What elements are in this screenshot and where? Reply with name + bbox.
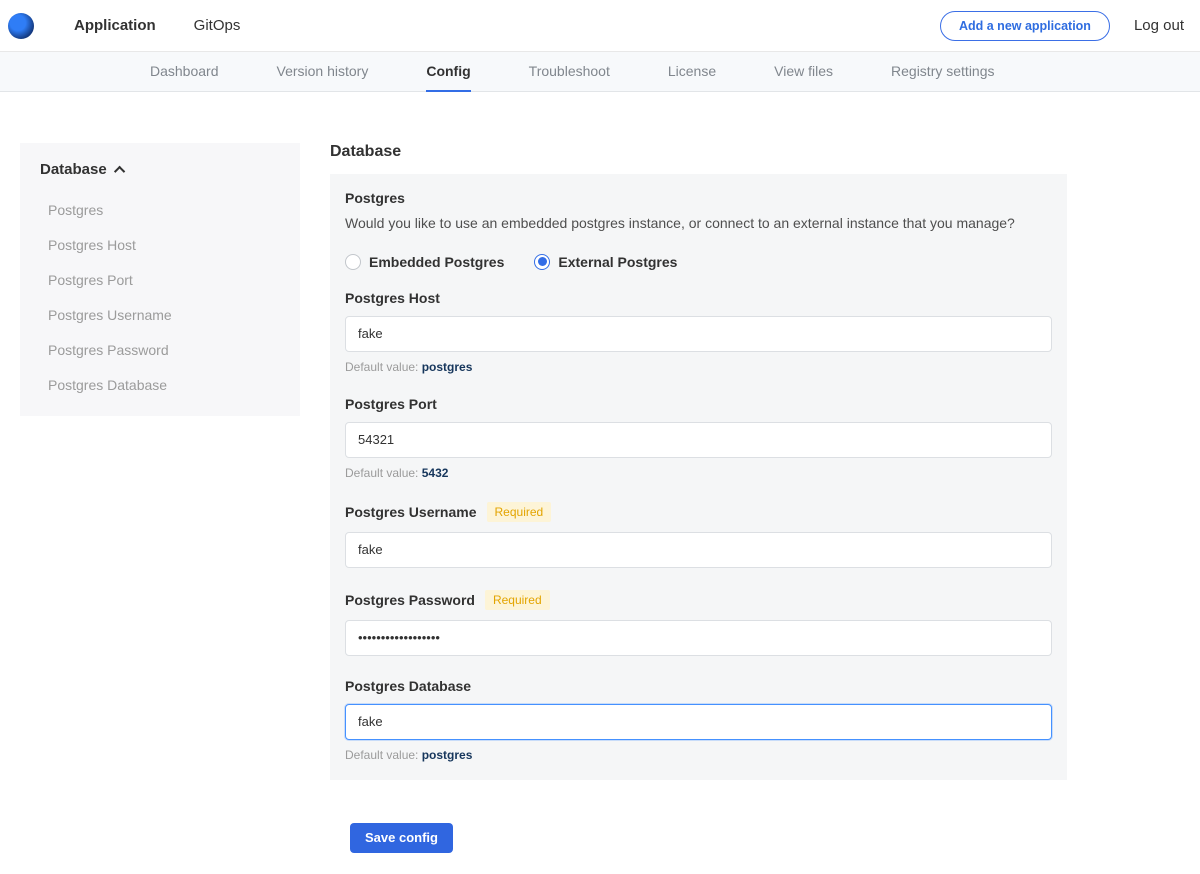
subnav-troubleshoot[interactable]: Troubleshoot	[529, 52, 610, 92]
radio-label: External Postgres	[558, 254, 677, 270]
field-label: Postgres Password	[345, 592, 475, 608]
config-group-panel: Postgres Would you like to use an embedd…	[330, 174, 1067, 780]
sidebar-item-postgres-database[interactable]: Postgres Database	[40, 367, 280, 402]
top-right: Add a new application Log out	[940, 11, 1184, 41]
field-default-hint: Default value: postgres	[345, 360, 1052, 374]
save-config-button[interactable]: Save config	[350, 823, 453, 853]
field-label: Postgres Host	[345, 290, 440, 306]
sidebar-item-postgres-username[interactable]: Postgres Username	[40, 297, 280, 332]
field-postgres-password: Postgres Password Required	[345, 590, 1052, 656]
hint-default-value: 5432	[422, 466, 449, 480]
field-label: Postgres Database	[345, 678, 471, 694]
app-logo-icon	[8, 13, 34, 39]
tab-application[interactable]: Application	[74, 11, 156, 40]
hint-prefix: Default value:	[345, 466, 422, 480]
subnav-registry-settings[interactable]: Registry settings	[891, 52, 994, 92]
sidebar-item-postgres-port[interactable]: Postgres Port	[40, 262, 280, 297]
hint-prefix: Default value:	[345, 748, 422, 762]
field-postgres-username: Postgres Username Required	[345, 502, 1052, 568]
field-label: Postgres Port	[345, 396, 437, 412]
field-default-hint: Default value: postgres	[345, 748, 1052, 762]
field-postgres-database: Postgres Database Default value: postgre…	[345, 678, 1052, 762]
tab-gitops[interactable]: GitOps	[194, 11, 241, 40]
postgres-host-input[interactable]	[345, 316, 1052, 352]
top-nav: Application GitOps Add a new application…	[0, 0, 1200, 52]
field-label: Postgres Username	[345, 504, 477, 520]
add-application-button[interactable]: Add a new application	[940, 11, 1110, 41]
page-title: Database	[330, 143, 1067, 161]
postgres-port-input[interactable]	[345, 422, 1052, 458]
required-badge: Required	[485, 590, 550, 610]
hint-default-value: postgres	[422, 360, 473, 374]
postgres-type-radio-group: Embedded Postgres External Postgres	[345, 254, 1052, 270]
config-sidebar: Database Postgres Postgres Host Postgres…	[20, 143, 300, 416]
sidebar-item-postgres-host[interactable]: Postgres Host	[40, 227, 280, 262]
radio-embedded-postgres[interactable]: Embedded Postgres	[345, 254, 504, 270]
sidebar-item-postgres[interactable]: Postgres	[40, 192, 280, 227]
logout-link[interactable]: Log out	[1134, 17, 1184, 34]
chevron-up-icon	[114, 165, 125, 176]
top-tabs: Application GitOps	[74, 11, 240, 40]
radio-circle-icon[interactable]	[345, 254, 361, 270]
postgres-password-input[interactable]	[345, 620, 1052, 656]
section-description: Would you like to use an embedded postgr…	[345, 214, 1052, 234]
field-postgres-port: Postgres Port Default value: 5432	[345, 396, 1052, 480]
hint-default-value: postgres	[422, 748, 473, 762]
sidebar-group-database[interactable]: Database	[40, 161, 280, 178]
section-name: Postgres	[345, 190, 1052, 206]
subnav-dashboard[interactable]: Dashboard	[150, 52, 219, 92]
subnav-version-history[interactable]: Version history	[277, 52, 369, 92]
required-badge: Required	[487, 502, 552, 522]
main-area: Database Postgres Postgres Host Postgres…	[0, 92, 1200, 780]
radio-external-postgres[interactable]: External Postgres	[534, 254, 677, 270]
postgres-username-input[interactable]	[345, 532, 1052, 568]
sidebar-group-label: Database	[40, 161, 107, 178]
subnav-license[interactable]: License	[668, 52, 716, 92]
subnav-view-files[interactable]: View files	[774, 52, 833, 92]
subnav-config[interactable]: Config	[426, 52, 470, 92]
field-default-hint: Default value: 5432	[345, 466, 1052, 480]
field-postgres-host: Postgres Host Default value: postgres	[345, 290, 1052, 374]
sidebar-item-postgres-password[interactable]: Postgres Password	[40, 332, 280, 367]
hint-prefix: Default value:	[345, 360, 422, 374]
app-subnav: Dashboard Version history Config Trouble…	[0, 52, 1200, 92]
config-content: Database Postgres Would you like to use …	[330, 143, 1067, 780]
postgres-database-input[interactable]	[345, 704, 1052, 740]
radio-circle-checked-icon[interactable]	[534, 254, 550, 270]
radio-label: Embedded Postgres	[369, 254, 504, 270]
